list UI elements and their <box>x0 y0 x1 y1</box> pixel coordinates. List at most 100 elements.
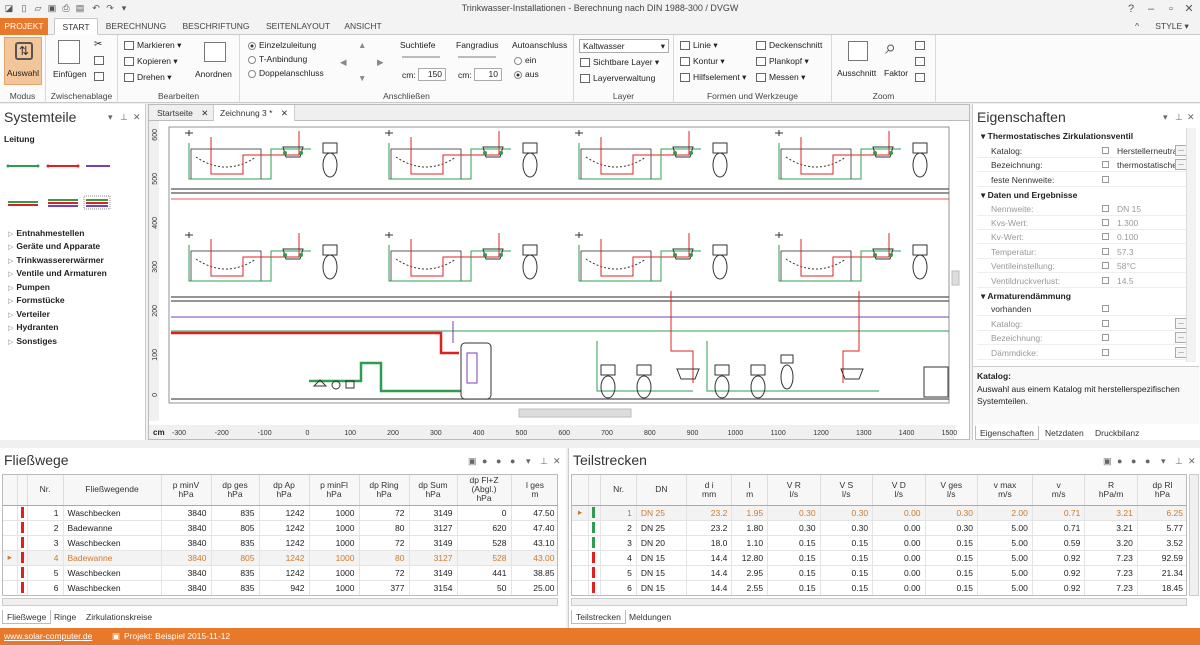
row-selector[interactable]: ▸ <box>3 550 18 566</box>
option-doppelanschluss[interactable]: Doppelanschluss <box>248 68 324 78</box>
panel-close-icon[interactable]: ✕ <box>1188 456 1196 467</box>
row-selector[interactable] <box>3 520 18 536</box>
property-value[interactable]: 0.100 <box>1117 230 1177 244</box>
anordnen-button[interactable]: Anordnen <box>195 69 232 79</box>
tab-berechnung[interactable]: BERECHNUNG <box>102 18 170 35</box>
table-row[interactable]: 3 Waschbecken 3840 835 1242 1000 72 3149 528 43.1… <box>3 535 557 551</box>
column-header[interactable]: dp Sum hPa <box>409 475 458 506</box>
property-row[interactable]: feste Nennweite: <box>977 173 1188 187</box>
row-selector[interactable] <box>3 565 18 581</box>
table-row[interactable]: ▸ 4 Badewanne 3840 805 1242 1000 80 3127 528 43.00 <box>3 550 557 566</box>
pipe-swatches[interactable] <box>4 156 114 216</box>
table-row[interactable]: 1 Waschbecken 3840 835 1242 1000 72 3149 0 47.50 <box>3 505 557 521</box>
zoom-in-icon[interactable] <box>915 40 928 51</box>
tree-ventile[interactable]: Ventile und Armaturen <box>8 268 106 278</box>
panel-close-icon[interactable]: ✕ <box>1187 112 1195 123</box>
deckenschnitt-button[interactable]: Deckenschnitt <box>756 40 822 51</box>
fliesswege-scrollbar[interactable] <box>2 598 558 606</box>
row-selector[interactable] <box>3 535 18 551</box>
markieren-button[interactable]: Markieren ▾ <box>124 40 181 51</box>
info-icon-3[interactable]: ● <box>1145 456 1150 466</box>
column-header[interactable]: V D l/s <box>872 475 926 506</box>
grid-settings-icon[interactable]: ▣ <box>468 456 477 467</box>
property-checkbox[interactable] <box>1102 175 1109 183</box>
property-row[interactable]: Katalog:... <box>977 317 1188 331</box>
tree-sonstiges[interactable]: Sonstiges <box>8 336 57 346</box>
collapse-ribbon-icon[interactable]: ^ <box>1130 18 1144 35</box>
schematic-canvas[interactable]: 6005004003002001000 -300 -200 -100 0 100 200 3… <box>149 121 969 439</box>
plankopf-button[interactable]: Plankopf ▾ <box>756 56 809 67</box>
format-icon[interactable] <box>94 71 107 82</box>
fangradius-input[interactable]: 10 <box>474 68 502 81</box>
property-value[interactable]: Herstellerneutral <box>1117 144 1177 158</box>
style-menu[interactable]: STYLE ▾ <box>1146 18 1198 35</box>
pin-icon[interactable]: ⊥ <box>1175 456 1183 467</box>
tab-druckbilanz[interactable]: Druckbilanz <box>1091 426 1143 440</box>
property-row[interactable]: Ventildruckverlust: 14.5 <box>977 274 1188 288</box>
column-header[interactable]: dp Ap hPa <box>259 475 310 506</box>
panel-menu-icon[interactable]: ▾ <box>1163 112 1168 123</box>
pan-icon[interactable] <box>915 72 928 83</box>
ausschnitt-button[interactable]: Ausschnitt <box>837 68 876 78</box>
property-value[interactable]: DN 15 <box>1117 202 1177 216</box>
property-checkbox[interactable] <box>1102 305 1109 313</box>
property-checkbox[interactable] <box>1102 348 1109 356</box>
panel-close-icon[interactable]: ✕ <box>553 456 561 467</box>
panel-menu-icon[interactable]: ▾ <box>526 456 531 467</box>
property-row[interactable]: Bezeichnung: thermostatisches... <box>977 158 1188 173</box>
row-selector[interactable] <box>3 505 18 521</box>
tab-beschriftung[interactable]: BESCHRIFTUNG <box>178 18 254 35</box>
arrow-left-icon[interactable]: ◀ <box>340 57 347 68</box>
property-row[interactable]: Kvs-Wert: 1.300 <box>977 216 1188 230</box>
tab-meldungen[interactable]: Meldungen <box>625 610 675 624</box>
messen-button[interactable]: Messen ▾ <box>756 72 805 83</box>
property-value[interactable]: 58°C <box>1117 259 1177 273</box>
faktor-button[interactable]: Faktor <box>884 68 908 78</box>
linie-button[interactable]: Linie ▾ <box>680 40 718 51</box>
column-header[interactable]: v max m/s <box>977 475 1033 506</box>
pin-icon[interactable]: ⊥ <box>1175 112 1183 123</box>
property-value[interactable]: 1.300 <box>1117 216 1177 230</box>
column-header[interactable]: p minV hPa <box>161 475 212 506</box>
cut-icon[interactable]: ✂ <box>94 39 102 50</box>
column-header[interactable]: Fließwegende <box>63 475 162 506</box>
column-header[interactable]: l m <box>731 475 769 506</box>
column-header[interactable]: V S l/s <box>820 475 874 506</box>
arrow-up-icon[interactable]: ▲ <box>358 40 366 50</box>
suchtiefe-slider[interactable] <box>402 56 440 58</box>
column-header[interactable]: v m/s <box>1032 475 1086 506</box>
teilstrecken-vscroll[interactable] <box>1189 474 1199 596</box>
property-checkbox[interactable] <box>1102 276 1109 284</box>
tree-pumpen[interactable]: Pumpen <box>8 282 50 292</box>
property-value[interactable]: thermostatisches <box>1117 158 1177 172</box>
property-row[interactable]: vorhanden <box>977 302 1188 317</box>
pin-icon[interactable]: ⊥ <box>120 112 128 123</box>
tab-zirkulationskreise[interactable]: Zirkulationskreise <box>82 610 156 624</box>
column-header[interactable]: p minFl hPa <box>309 475 360 506</box>
auswahl-button[interactable]: ⇅ Auswahl <box>4 37 42 85</box>
panel-menu-icon[interactable]: ▾ <box>1161 456 1166 467</box>
property-value[interactable]: 57.3 <box>1117 245 1177 259</box>
property-row[interactable]: Kv-Wert: 0.100 <box>977 230 1188 245</box>
tab-seitenlayout[interactable]: SEITENLAYOUT <box>262 18 334 35</box>
table-row[interactable]: 6 DN 15 14.4 2.55 0.15 0.15 0.00 0.15 5.00 0.92 7.… <box>572 580 1186 595</box>
column-header[interactable]: dp Ring hPa <box>359 475 410 506</box>
tab-zeichnung[interactable]: Zeichnung 3 * ✕ <box>213 105 295 121</box>
tab-fliesswege[interactable]: Fließwege <box>2 610 52 624</box>
arrow-down-icon[interactable]: ▼ <box>358 73 366 83</box>
column-header[interactable]: V ges l/s <box>925 475 979 506</box>
tree-entnahmestellen[interactable]: Entnahmestellen <box>8 228 84 238</box>
option-einzelzuleitung[interactable]: Einzelzuleitung <box>248 40 316 50</box>
hilfselement-button[interactable]: Hilfselement ▾ <box>680 72 746 83</box>
column-header[interactable]: Nr. <box>27 475 64 506</box>
property-row[interactable]: Katalog: Herstellerneutral... <box>977 144 1188 158</box>
column-header[interactable]: V R l/s <box>767 475 821 506</box>
tree-trinkwassererwaermer[interactable]: Trinkwassererwärmer <box>8 255 103 265</box>
zoom-out-icon[interactable] <box>915 56 928 67</box>
column-header[interactable]: dp Rl hPa <box>1137 475 1186 506</box>
property-checkbox[interactable] <box>1102 233 1109 241</box>
tree-geraete[interactable]: Geräte und Apparate <box>8 241 100 251</box>
info-icon-2[interactable]: ● <box>496 456 501 466</box>
info-icon-3[interactable]: ● <box>510 456 515 466</box>
property-row[interactable]: Bezeichnung:... <box>977 331 1188 346</box>
